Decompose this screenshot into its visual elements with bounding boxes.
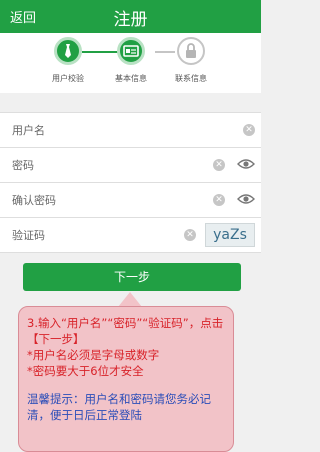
annotation-bubble: 3.输入“用户名”“密码”“验证码”，点击【下一步】 *用户名必须是字母或数字 … — [18, 306, 234, 452]
lock-icon — [186, 43, 196, 58]
tip-text: 温馨提示：用户名和密码请您务必记清，便于日后正常登陆 — [27, 392, 211, 422]
password-placeholder: 密码 — [12, 159, 34, 172]
instruction-text: 3.输入“用户名”“密码”“验证码”，点击【下一步】 *用户名必须是字母或数字 … — [27, 315, 225, 379]
clear-icon[interactable]: ✕ — [184, 229, 196, 241]
step-circle-contact — [177, 37, 205, 65]
eye-icon[interactable] — [237, 157, 255, 171]
instruction-line: 3.输入“用户名”“密码”“验证码”，点击【下一步】 *用户名必须是字母或数字 … — [27, 316, 224, 378]
confirm-password-placeholder: 确认密码 — [12, 194, 56, 207]
username-field[interactable]: 用户名 ✕ — [0, 112, 261, 148]
captcha-field[interactable]: 验证码 ✕ yaZs — [0, 218, 261, 253]
step-circle-basic-info — [117, 37, 145, 65]
clear-icon[interactable]: ✕ — [243, 124, 255, 136]
clear-icon[interactable]: ✕ — [213, 159, 225, 171]
eye-icon[interactable] — [237, 192, 255, 206]
step-label: 基本信息 — [115, 74, 147, 83]
confirm-password-field[interactable]: 确认密码 ✕ — [0, 183, 261, 218]
captcha-placeholder: 验证码 — [12, 229, 45, 242]
captcha-image[interactable]: yaZs — [205, 223, 255, 247]
id-card-icon — [123, 45, 139, 57]
step-connector — [155, 51, 175, 53]
step-label: 用户校验 — [52, 74, 84, 83]
annotation-pointer — [118, 292, 142, 307]
registration-form: 用户名 ✕ 密码 ✕ 确认密码 ✕ 验证码 ✕ yaZs — [0, 112, 261, 253]
username-placeholder: 用户名 — [12, 124, 45, 137]
step-circle-user-check — [54, 37, 82, 65]
tie-icon — [65, 44, 71, 58]
header-bar: 返回 注册 — [0, 0, 261, 33]
next-step-button[interactable]: 下一步 — [23, 263, 241, 291]
password-field[interactable]: 密码 ✕ — [0, 148, 261, 183]
page-title: 注册 — [113, 10, 148, 30]
clear-icon[interactable]: ✕ — [213, 194, 225, 206]
step-label: 联系信息 — [175, 74, 207, 83]
progress-steps: 用户校验 基本信息 联系信息 — [0, 33, 261, 93]
